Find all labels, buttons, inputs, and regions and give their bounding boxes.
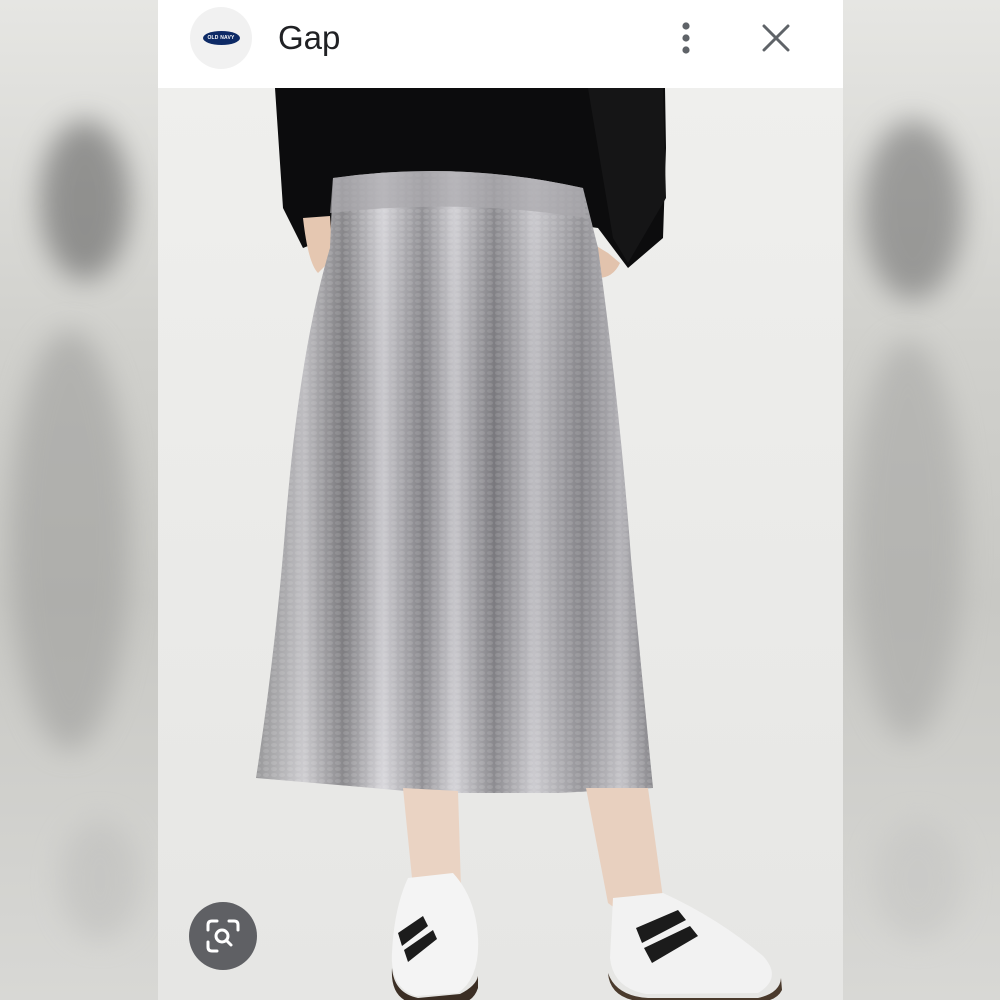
page-title: Gap [278,19,341,56]
product-photo[interactable] [158,88,843,1000]
lens-search-button[interactable] [189,902,257,970]
more-vert-icon [682,22,690,54]
close-button[interactable] [756,18,796,58]
background-blur-left [0,0,158,1000]
image-preview-panel: OLD NAVY Gap [158,0,843,1000]
site-logo[interactable]: OLD NAVY [190,7,252,69]
lens-search-icon [206,919,240,953]
logo-text: OLD NAVY [207,35,235,41]
header-bar: OLD NAVY Gap [158,0,843,88]
close-icon [762,24,790,52]
more-options-button[interactable] [666,18,706,58]
old-navy-logo-icon: OLD NAVY [202,31,240,45]
background-blur-right [843,0,1000,1000]
